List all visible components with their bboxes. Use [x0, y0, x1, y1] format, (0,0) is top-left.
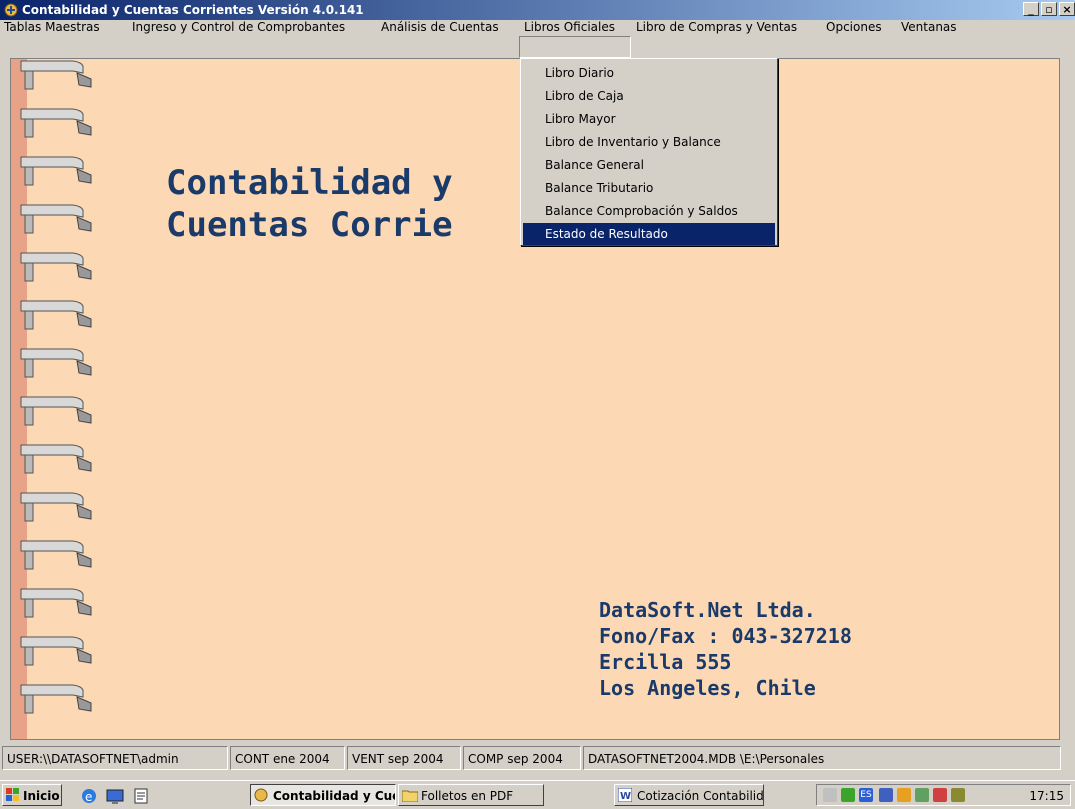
system-tray: ES 17:15 — [816, 784, 1071, 806]
menu-item-libro-diario[interactable]: Libro Diario — [523, 62, 775, 84]
menu-compras-ventas[interactable]: Libro de Compras y Ventas — [636, 20, 797, 34]
status-cont: CONT ene 2004 — [230, 746, 345, 770]
window-title: Contabilidad y Cuentas Corrientes Versió… — [22, 3, 364, 17]
clock[interactable]: 17:15 — [1029, 789, 1064, 803]
taskbar-cotizacion-label: Cotización Contabilida... — [637, 789, 764, 803]
app-heading-line1: Contabilidad y — [166, 163, 453, 203]
quick-launch: e — [80, 785, 180, 805]
menu-bar: Tablas Maestras Ingreso y Control de Com… — [0, 20, 1075, 36]
taskbar-contabilidad[interactable]: Contabilidad y Cue... — [250, 784, 396, 806]
taskbar-folletos[interactable]: Folletos en PDF — [398, 784, 544, 806]
app-icon — [254, 788, 268, 802]
company-address: Ercilla 555 — [599, 650, 732, 674]
menu-item-libro-mayor[interactable]: Libro Mayor — [523, 108, 775, 130]
menu-item-estado-resultado[interactable]: Estado de Resultado — [523, 223, 775, 245]
company-name: DataSoft.Net Ltda. — [599, 598, 816, 622]
status-comp: COMP sep 2004 — [463, 746, 581, 770]
menu-item-balance-comprobacion[interactable]: Balance Comprobación y Saldos — [523, 200, 775, 222]
notepad-icon[interactable] — [132, 787, 150, 805]
windows-logo-icon — [6, 788, 19, 801]
antivirus-icon[interactable] — [879, 788, 893, 802]
menu-ingreso-control[interactable]: Ingreso y Control de Comprobantes — [132, 20, 345, 34]
menu-item-balance-general[interactable]: Balance General — [523, 154, 775, 176]
taskbar-cotizacion[interactable]: W Cotización Contabilida... — [614, 784, 764, 806]
start-button[interactable]: Inicio — [2, 784, 62, 806]
internet-explorer-icon[interactable]: e — [80, 787, 98, 805]
network-disconnected-icon[interactable] — [933, 788, 947, 802]
menu-libros-oficiales[interactable]: Libros Oficiales — [524, 20, 615, 34]
title-bar: Contabilidad y Cuentas Corrientes Versió… — [0, 0, 1075, 20]
company-phone: Fono/Fax : 043-327218 — [599, 624, 852, 648]
company-info: DataSoft.Net Ltda. Fono/Fax : 043-327218… — [599, 597, 852, 701]
status-vent: VENT sep 2004 — [347, 746, 461, 770]
menu-libros-oficiales-open[interactable] — [519, 36, 631, 58]
close-button[interactable]: × — [1059, 2, 1075, 16]
menu-tablas-maestras[interactable]: Tablas Maestras — [4, 20, 100, 34]
status-bar: USER:\\DATASOFTNET\admin CONT ene 2004 V… — [0, 744, 1075, 774]
app-icon[interactable] — [3, 2, 19, 18]
status-database: DATASOFTNET2004.MDB \E:\Personales — [583, 746, 1061, 770]
calendar-icon[interactable] — [841, 788, 855, 802]
company-city: Los Angeles, Chile — [599, 676, 816, 700]
menu-item-inventario-balance[interactable]: Libro de Inventario y Balance — [523, 131, 775, 153]
taskbar-folletos-label: Folletos en PDF — [421, 789, 514, 803]
maximize-button[interactable]: ▫ — [1041, 2, 1057, 16]
start-label: Inicio — [23, 789, 60, 803]
network-icon[interactable] — [915, 788, 929, 802]
spiral-rings-icon — [20, 60, 92, 714]
update-icon[interactable] — [897, 788, 911, 802]
volume-icon[interactable] — [823, 788, 837, 802]
app-heading-line2: Cuentas Corrie — [166, 205, 453, 245]
taskbar: Inicio e Contabilidad y Cue... Folletos … — [0, 780, 1075, 809]
menu-analisis-cuentas[interactable]: Análisis de Cuentas — [381, 20, 499, 34]
language-es-icon[interactable]: ES — [859, 788, 873, 802]
desktop-icon[interactable] — [106, 787, 124, 805]
svg-text:W: W — [620, 791, 631, 802]
folder-icon — [402, 790, 418, 802]
svg-text:e: e — [85, 790, 92, 804]
taskbar-contabilidad-label: Contabilidad y Cue... — [273, 789, 395, 803]
minimize-button[interactable]: _ — [1023, 2, 1039, 16]
connection-icon[interactable] — [951, 788, 965, 802]
menu-opciones[interactable]: Opciones — [826, 20, 882, 34]
menu-ventanas[interactable]: Ventanas — [901, 20, 957, 34]
status-user: USER:\\DATASOFTNET\admin — [2, 746, 228, 770]
libros-oficiales-dropdown: Libro Diario Libro de Caja Libro Mayor L… — [520, 58, 778, 246]
word-document-icon: W — [618, 788, 632, 802]
menu-item-libro-caja[interactable]: Libro de Caja — [523, 85, 775, 107]
menu-item-balance-tributario[interactable]: Balance Tributario — [523, 177, 775, 199]
